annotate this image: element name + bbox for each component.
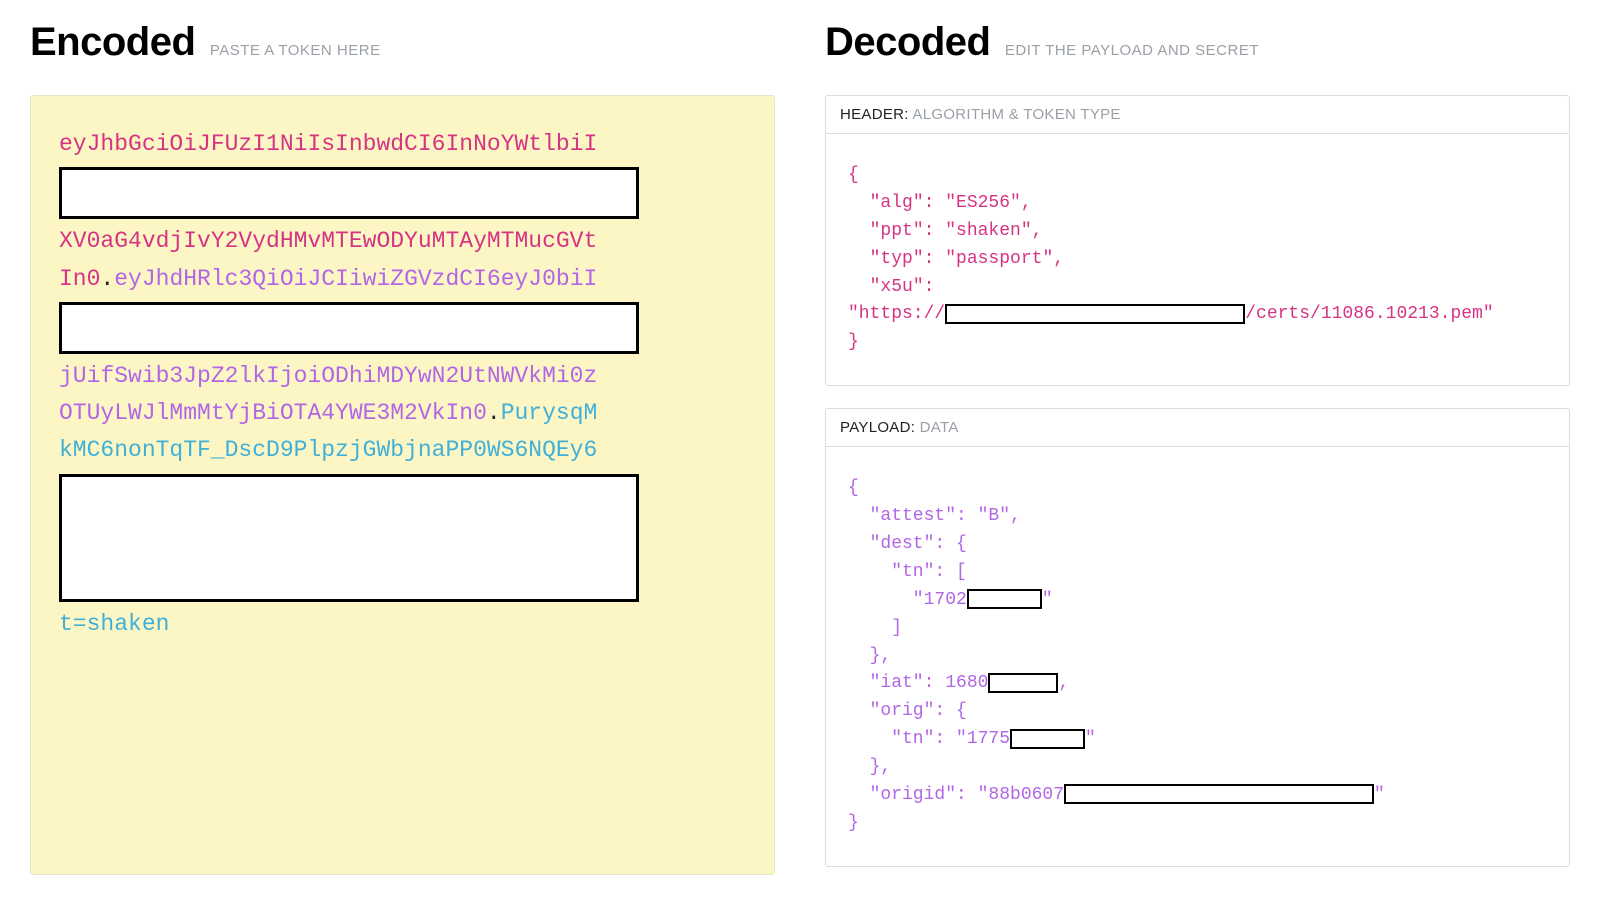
decoded-title: Decoded	[825, 20, 990, 65]
token-sig-part1: PurysqM	[501, 400, 598, 426]
redaction-box	[59, 167, 639, 219]
decoded-payload-section: PAYLOAD: DATA { "attest": "B", "dest": {…	[825, 408, 1570, 867]
token-header-part2: XV0aG4vdjIvY2VydHMvMTEwODYuMTAyMTMucGVt	[59, 228, 597, 254]
header-json-editor[interactable]: { "alg": "ES256", "ppt": "shaken", "typ"…	[826, 134, 1569, 385]
payload-section-title: PAYLOAD: DATA	[826, 409, 1569, 447]
token-sig-part3: t=shaken	[59, 611, 169, 637]
encoded-column: Encoded PASTE A TOKEN HERE eyJhbGciOiJFU…	[30, 20, 775, 889]
decoded-header: Decoded EDIT THE PAYLOAD AND SECRET	[825, 20, 1570, 65]
token-header-part3: In0	[59, 266, 100, 292]
payload-json-editor[interactable]: { "attest": "B", "dest": { "tn": [ "1702…	[826, 447, 1569, 866]
encoded-header: Encoded PASTE A TOKEN HERE	[30, 20, 775, 65]
main-layout: Encoded PASTE A TOKEN HERE eyJhbGciOiJFU…	[30, 20, 1570, 889]
decoded-header-section: HEADER: ALGORITHM & TOKEN TYPE { "alg": …	[825, 95, 1570, 386]
token-header-part1: eyJhbGciOiJFUzI1NiIsInbwdCI6InNoYWtlbiI	[59, 131, 597, 157]
token-payload-part1: eyJhdHRlc3QiOiJCIiwiZGVzdCI6eyJ0biI	[114, 266, 597, 292]
encoded-subtitle: PASTE A TOKEN HERE	[210, 42, 381, 59]
header-section-title: HEADER: ALGORITHM & TOKEN TYPE	[826, 96, 1569, 134]
redaction-box	[988, 673, 1058, 693]
redaction-box	[967, 589, 1042, 609]
redaction-box	[59, 474, 639, 602]
encoded-token-input[interactable]: eyJhbGciOiJFUzI1NiIsInbwdCI6InNoYWtlbiI …	[30, 95, 775, 875]
decoded-subtitle: EDIT THE PAYLOAD AND SECRET	[1005, 42, 1259, 59]
token-payload-part3: OTUyLWJlMmMtYjBiOTA4YWE3M2VkIn0	[59, 400, 487, 426]
redaction-box	[1010, 729, 1085, 749]
redaction-box	[1064, 784, 1374, 804]
token-sig-part2: kMC6nonTqTF_DscD9PlpzjGWbjnaPP0WS6NQEy6	[59, 437, 597, 463]
redaction-box	[945, 304, 1245, 324]
encoded-title: Encoded	[30, 20, 195, 65]
token-payload-part2: jUifSwib3JpZ2lkIjoiODhiMDYwN2UtNWVkMi0z	[59, 363, 597, 389]
redaction-box	[59, 302, 639, 354]
decoded-column: Decoded EDIT THE PAYLOAD AND SECRET HEAD…	[825, 20, 1570, 889]
